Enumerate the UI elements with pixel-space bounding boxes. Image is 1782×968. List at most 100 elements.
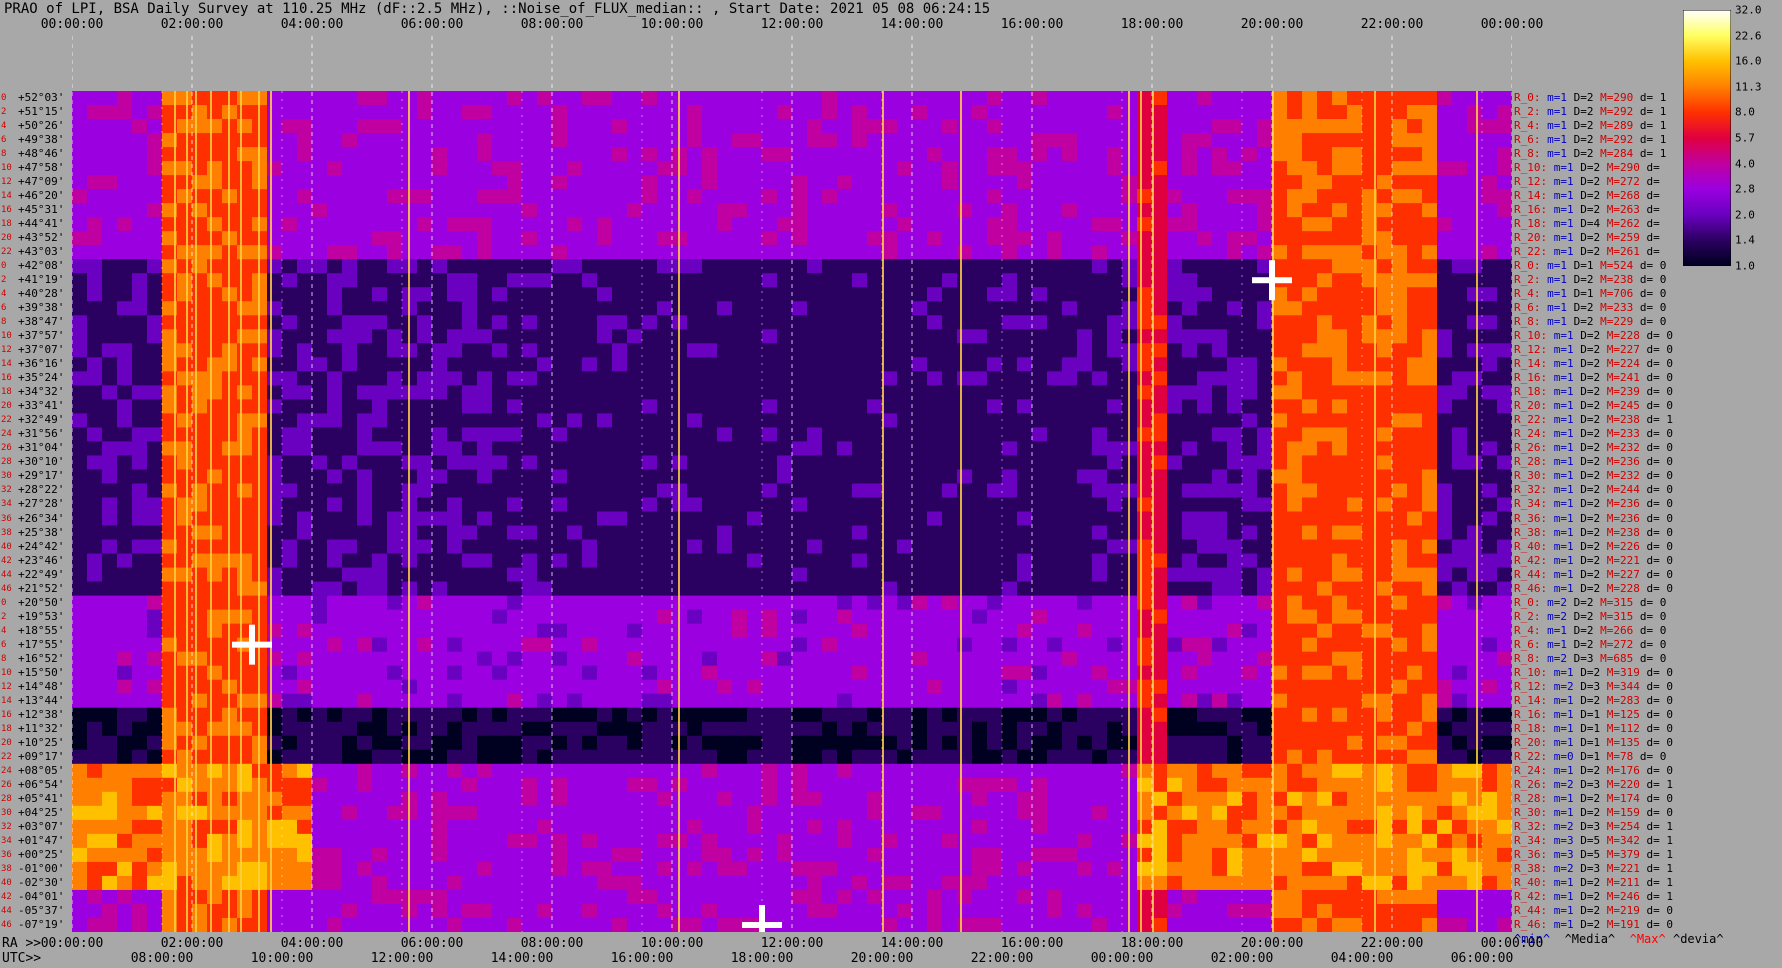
heatmap-cell [747, 623, 763, 639]
heatmap-cell [912, 539, 928, 555]
heatmap-cell [1392, 133, 1408, 148]
heatmap-cell [417, 679, 433, 695]
heatmap-cell [132, 497, 148, 513]
heatmap-cell [1497, 777, 1512, 793]
heatmap-cell [582, 553, 598, 569]
heatmap-cell [552, 553, 568, 569]
heatmap-cell [1062, 133, 1078, 148]
heatmap-cell [1287, 413, 1303, 428]
heatmap-cell [417, 147, 433, 162]
heatmap-cell [1242, 287, 1258, 302]
heatmap-cell [447, 413, 463, 428]
heatmap-cell [657, 567, 673, 583]
heatmap-cell [777, 91, 793, 106]
heatmap-cell [807, 105, 823, 120]
heatmap-cell [792, 259, 808, 274]
heatmap-cell [87, 399, 103, 414]
heatmap-cell [807, 567, 823, 583]
heatmap-cell [312, 623, 328, 639]
heatmap-cell [1107, 623, 1123, 639]
heatmap-cell [717, 693, 733, 709]
heatmap-cell [957, 399, 973, 414]
heatmap-cell [297, 665, 313, 681]
heatmap-cell [1002, 749, 1018, 765]
heatmap-cell [1287, 189, 1303, 204]
heatmap-cell [1287, 301, 1303, 316]
heatmap-cell [1167, 525, 1183, 541]
heatmap-cell [387, 175, 403, 190]
heatmap-cell [1032, 217, 1048, 232]
heatmap-cell [1422, 525, 1438, 541]
heatmap-cell [492, 427, 508, 443]
heatmap-cell [1302, 455, 1318, 471]
heatmap-cell [477, 259, 493, 274]
heatmap-cell [117, 749, 133, 765]
heatmap-cell [747, 217, 763, 232]
heatmap-plot[interactable] [72, 36, 1512, 932]
heatmap-cell [417, 399, 433, 414]
heatmap-cell [837, 231, 853, 246]
heatmap-cell [462, 189, 478, 204]
heatmap-cell [102, 189, 118, 204]
heatmap-cell [642, 371, 658, 386]
heatmap-cell [1167, 301, 1183, 316]
heatmap-cell [87, 637, 103, 653]
heatmap-cell [327, 133, 343, 148]
heatmap-cell [342, 259, 358, 274]
heatmap-cell [1437, 525, 1453, 541]
heatmap-cell [702, 707, 718, 723]
heatmap-cell [822, 497, 838, 513]
heatmap-cell [1257, 231, 1273, 246]
heatmap-cell [612, 245, 628, 260]
heatmap-cell [192, 553, 208, 569]
heatmap-cell [1167, 679, 1183, 695]
heatmap-cell [867, 777, 883, 793]
heatmap-cell [1482, 567, 1498, 583]
heatmap-cell [627, 553, 643, 569]
heatmap-cell [357, 315, 373, 330]
heatmap-cell [792, 329, 808, 344]
heatmap-cell [297, 231, 313, 246]
heatmap-cell [1422, 259, 1438, 274]
heatmap-cell [1002, 455, 1018, 471]
heatmap-cell [612, 483, 628, 499]
heatmap-cell [1107, 245, 1123, 260]
heatmap-cell [1302, 651, 1318, 667]
heatmap-cell [897, 553, 913, 569]
heatmap-cell [657, 735, 673, 751]
heatmap-cell [852, 665, 868, 681]
heatmap-cell [132, 133, 148, 148]
heatmap-cell [1167, 763, 1183, 779]
heatmap-cell [957, 735, 973, 751]
heatmap-cell [342, 707, 358, 723]
heatmap-cell [732, 133, 748, 148]
heatmap-cell [537, 651, 553, 667]
heatmap-cell [387, 609, 403, 625]
heatmap-cell [897, 721, 913, 737]
heatmap-cell [687, 441, 703, 457]
heatmap-cell [927, 273, 943, 288]
heatmap-cell [927, 203, 943, 218]
heatmap-cell [432, 679, 448, 695]
heatmap-cell [357, 371, 373, 386]
heatmap-cell [1452, 595, 1468, 611]
heatmap-cell [267, 315, 283, 330]
heatmap-cell [807, 203, 823, 218]
heatmap-cell [822, 469, 838, 485]
heatmap-cell [372, 511, 388, 527]
heatmap-cell [1227, 623, 1243, 639]
heatmap-cell [1182, 749, 1198, 765]
heatmap-cell [1257, 679, 1273, 695]
heatmap-cell [582, 707, 598, 723]
heatmap-cell [1317, 161, 1333, 176]
heatmap-cell [102, 161, 118, 176]
heatmap-cell [1482, 399, 1498, 414]
heatmap-cell [462, 707, 478, 723]
heatmap-cell [567, 777, 583, 793]
heatmap-cell [477, 567, 493, 583]
heatmap-cell [762, 133, 778, 148]
heatmap-cell [657, 385, 673, 400]
heatmap-cell [357, 203, 373, 218]
heatmap-cell [282, 385, 298, 400]
heatmap-cell [177, 693, 193, 709]
